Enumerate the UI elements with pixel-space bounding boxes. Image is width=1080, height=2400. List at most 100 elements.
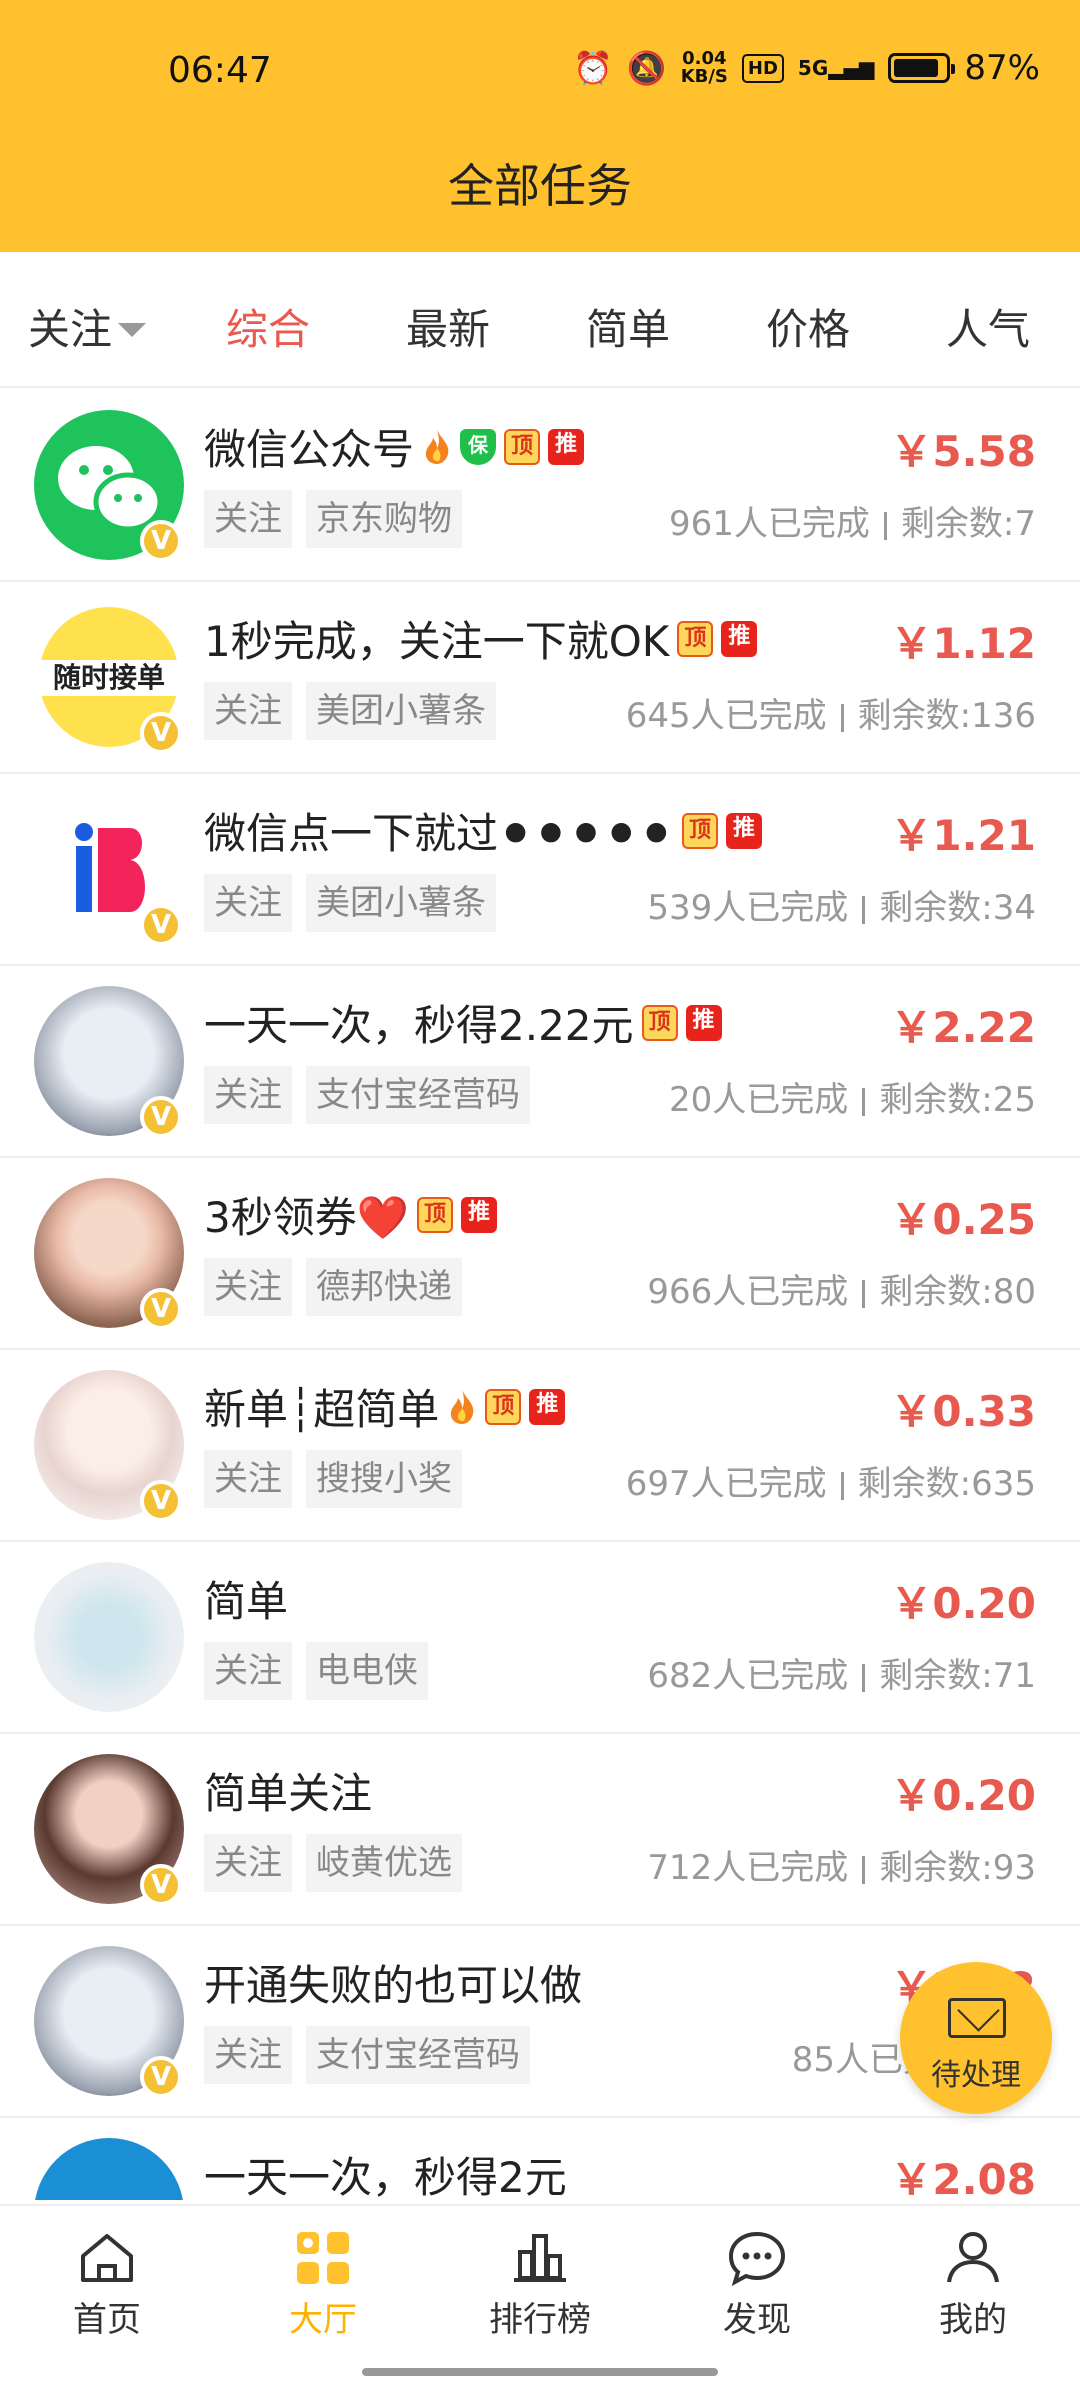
task-tag-platform: 支付宝经营码 — [306, 1066, 530, 1124]
task-title: 新单┆超简单 顶 推 — [204, 1376, 566, 1437]
nav-hall-label: 大厅 — [289, 2300, 357, 2340]
grid-icon — [297, 2232, 349, 2284]
task-stats: 539人已完成 剩余数:34 — [647, 880, 1036, 929]
task-tag-type: 关注 — [204, 682, 292, 740]
task-tag-type: 关注 — [204, 490, 292, 548]
top-badge: 顶 — [641, 1004, 678, 1041]
divider — [840, 703, 844, 732]
tab-simple[interactable]: 简单 — [586, 296, 670, 357]
task-item[interactable]: 随时接单 V 1秒完成，关注一下就OK 顶 推 ￥1.12 关注 美团小薯条 6… — [0, 582, 1080, 774]
battery-icon — [888, 53, 956, 83]
tab-price[interactable]: 价格 — [766, 296, 850, 357]
task-avatar — [34, 2138, 184, 2200]
task-title-text: 简单 — [204, 1577, 289, 1626]
task-tag-platform: 岐黄优选 — [306, 1834, 462, 1892]
task-item[interactable]: V 简单关注 ￥0.20 关注 岐黄优选 712人已完成 剩余数:93 — [0, 1734, 1080, 1926]
task-stats: 20人已完成 剩余数:25 — [669, 1072, 1036, 1121]
tab-follow[interactable]: 关注 — [28, 296, 147, 357]
signal-label: 5G — [797, 56, 829, 80]
tab-comprehensive[interactable]: 综合 — [226, 296, 310, 357]
status-icons: ⏰ 🔕 0.04 KB/S HD 5G▂▄▆ 87% — [573, 48, 1040, 88]
task-tag-platform: 美团小薯条 — [306, 874, 496, 932]
task-stats: 697人已完成 剩余数:635 — [626, 1456, 1036, 1505]
task-title-text: 1秒完成，关注一下就OK — [204, 617, 670, 666]
verified-badge: V — [140, 1480, 182, 1522]
envelope-icon — [948, 1998, 1006, 2038]
task-price: ￥2.22 — [890, 1003, 1036, 1052]
home-indicator[interactable] — [362, 2368, 718, 2376]
nav-profile[interactable]: 我的 — [898, 2230, 1048, 2341]
task-completed: 966人已完成 — [647, 1272, 849, 1312]
task-completed: 539人已完成 — [647, 888, 849, 928]
task-item[interactable]: V 3秒领券❤️ 顶 推 ￥0.25 关注 德邦快递 966人已完成 剩余数:80 — [0, 1158, 1080, 1350]
tab-popularity[interactable]: 人气 — [946, 296, 1030, 357]
task-title: 开通失败的也可以做 — [204, 1952, 582, 2013]
alarm-icon: ⏰ — [573, 49, 613, 87]
recommend-badge: 推 — [685, 1004, 722, 1041]
task-item[interactable]: V 新单┆超简单 顶 推 ￥0.33 关注 搜搜小奖 697人已完成 剩余数:63… — [0, 1350, 1080, 1542]
divider — [862, 1087, 866, 1116]
guarantee-badge: 保 — [460, 428, 497, 465]
task-title-text: 微信点一下就过⚫⚫⚫⚫⚫ — [204, 809, 674, 858]
task-completed: 645人已完成 — [625, 696, 827, 736]
pending-fab-button[interactable]: 待处理 — [900, 1962, 1052, 2114]
nav-discover[interactable]: 发现 — [682, 2230, 832, 2341]
page-title: 全部任务 — [448, 159, 632, 213]
task-completed: 961人已完成 — [669, 504, 870, 544]
task-price: ￥0.25 — [890, 1195, 1036, 1244]
task-remaining: 剩余数:136 — [857, 696, 1036, 736]
task-price: ￥0.33 — [890, 1387, 1036, 1436]
recommend-badge: 推 — [725, 812, 762, 849]
task-title-text: 微信公众号 — [204, 425, 415, 474]
task-price: ￥2.08 — [890, 2155, 1036, 2200]
task-item[interactable]: V 一天一次，秒得2.22元 顶 推 ￥2.22 关注 支付宝经营码 20人已完… — [0, 966, 1080, 1158]
nav-home[interactable]: 首页 — [32, 2230, 182, 2341]
task-remaining: 剩余数:71 — [879, 1656, 1036, 1696]
task-tag-platform: 电电侠 — [306, 1642, 428, 1700]
verified-badge: V — [140, 1096, 182, 1138]
task-completed: 712人已完成 — [647, 1848, 849, 1888]
task-stats: 966人已完成 剩余数:80 — [647, 1264, 1036, 1313]
task-remaining: 剩余数:80 — [879, 1272, 1036, 1312]
battery-percent: 87% — [964, 48, 1040, 88]
recommend-badge: 推 — [548, 428, 585, 465]
tab-newest[interactable]: 最新 — [406, 296, 490, 357]
task-item[interactable]: 一天一次，秒得2元 ￥2.08 — [0, 2118, 1080, 2200]
task-stats: 645人已完成 剩余数:136 — [626, 688, 1036, 737]
task-price: ￥1.12 — [890, 619, 1036, 668]
task-item[interactable]: V 简单 ￥0.20 关注 电电侠 682人已完成剩余数:71 — [0, 1542, 1080, 1734]
mute-icon: 🔕 — [626, 49, 667, 87]
task-item[interactable]: V 微信公众号 保 顶 推 ￥5.58 关注 京东购物 961人已完成 剩余数:7 — [0, 390, 1080, 582]
top-badge: 顶 — [677, 620, 714, 657]
verified-badge: V — [140, 1288, 182, 1330]
task-item[interactable]: V 微信点一下就过⚫⚫⚫⚫⚫ 顶 推 ￥1.21 关注 美团小薯条 539人已完… — [0, 774, 1080, 966]
caret-down-icon — [118, 322, 147, 337]
task-remaining: 剩余数:93 — [879, 1848, 1036, 1888]
task-completed: 697人已完成 — [625, 1464, 827, 1504]
verified-badge: V — [140, 904, 182, 946]
task-remaining: 剩余数:635 — [857, 1464, 1036, 1504]
task-tag-type: 关注 — [204, 1258, 292, 1316]
battery-fill — [894, 59, 938, 77]
task-completed: 20人已完成 — [669, 1080, 849, 1120]
nav-hall[interactable]: 大厅 — [248, 2230, 398, 2341]
task-tag-platform: 美团小薯条 — [306, 682, 496, 740]
filter-tabs: 关注 综合 最新 简单 价格 人气 — [0, 252, 1080, 388]
task-price: ￥0.20 — [890, 1771, 1036, 1820]
task-price: ￥1.21 — [890, 811, 1036, 860]
top-badge: 顶 — [681, 812, 718, 849]
top-badge: 顶 — [485, 1388, 522, 1425]
recommend-badge: 推 — [461, 1196, 498, 1233]
nav-home-label: 首页 — [73, 2300, 141, 2340]
task-title: 微信公众号 保 顶 推 — [204, 416, 585, 477]
verified-badge: V — [140, 1864, 182, 1906]
net-speed: 0.04 KB/S — [681, 50, 728, 86]
divider — [883, 511, 887, 540]
hd-icon: HD — [741, 53, 784, 83]
nav-ranking[interactable]: 排行榜 — [465, 2230, 615, 2341]
signal-icon: 5G▂▄▆ — [797, 56, 875, 80]
nav-ranking-label: 排行榜 — [489, 2300, 591, 2340]
task-tag-type: 关注 — [204, 1066, 292, 1124]
user-icon — [947, 2232, 999, 2283]
task-title: 一天一次，秒得2元 — [204, 2144, 567, 2200]
